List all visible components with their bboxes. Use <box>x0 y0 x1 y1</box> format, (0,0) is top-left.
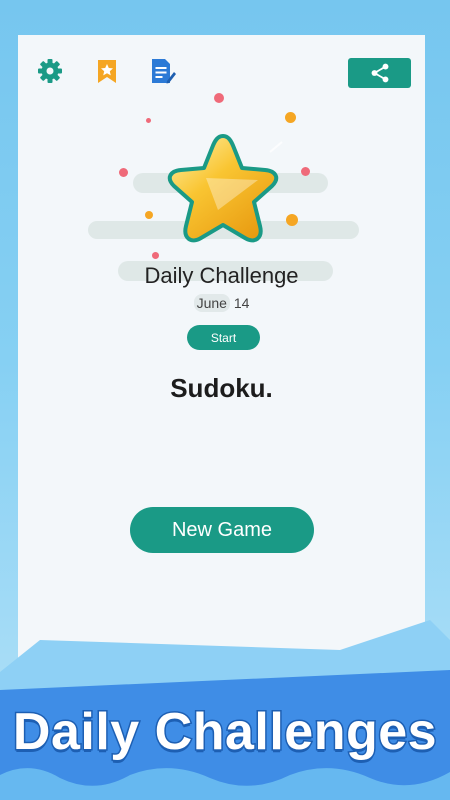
bookmark-star-icon[interactable] <box>93 57 121 85</box>
share-icon <box>371 63 388 83</box>
date-month: June <box>193 294 230 312</box>
app-screen: Daily Challenge June 14 Start Sudoku. Ne… <box>18 35 425 675</box>
new-game-button[interactable]: New Game <box>130 507 314 553</box>
challenge-date: June 14 <box>18 294 425 312</box>
promo-banner-text: Daily Challenges <box>11 702 438 763</box>
star-icon <box>167 134 283 243</box>
daily-challenge-illustration <box>18 93 425 285</box>
date-day: 14 <box>233 295 250 311</box>
start-button[interactable]: Start <box>187 325 260 350</box>
share-button[interactable] <box>348 58 411 88</box>
game-title: Sudoku. <box>170 373 273 403</box>
document-edit-icon[interactable] <box>148 57 176 85</box>
daily-challenge-title: Daily Challenge <box>144 263 299 288</box>
gear-icon[interactable] <box>36 57 64 85</box>
